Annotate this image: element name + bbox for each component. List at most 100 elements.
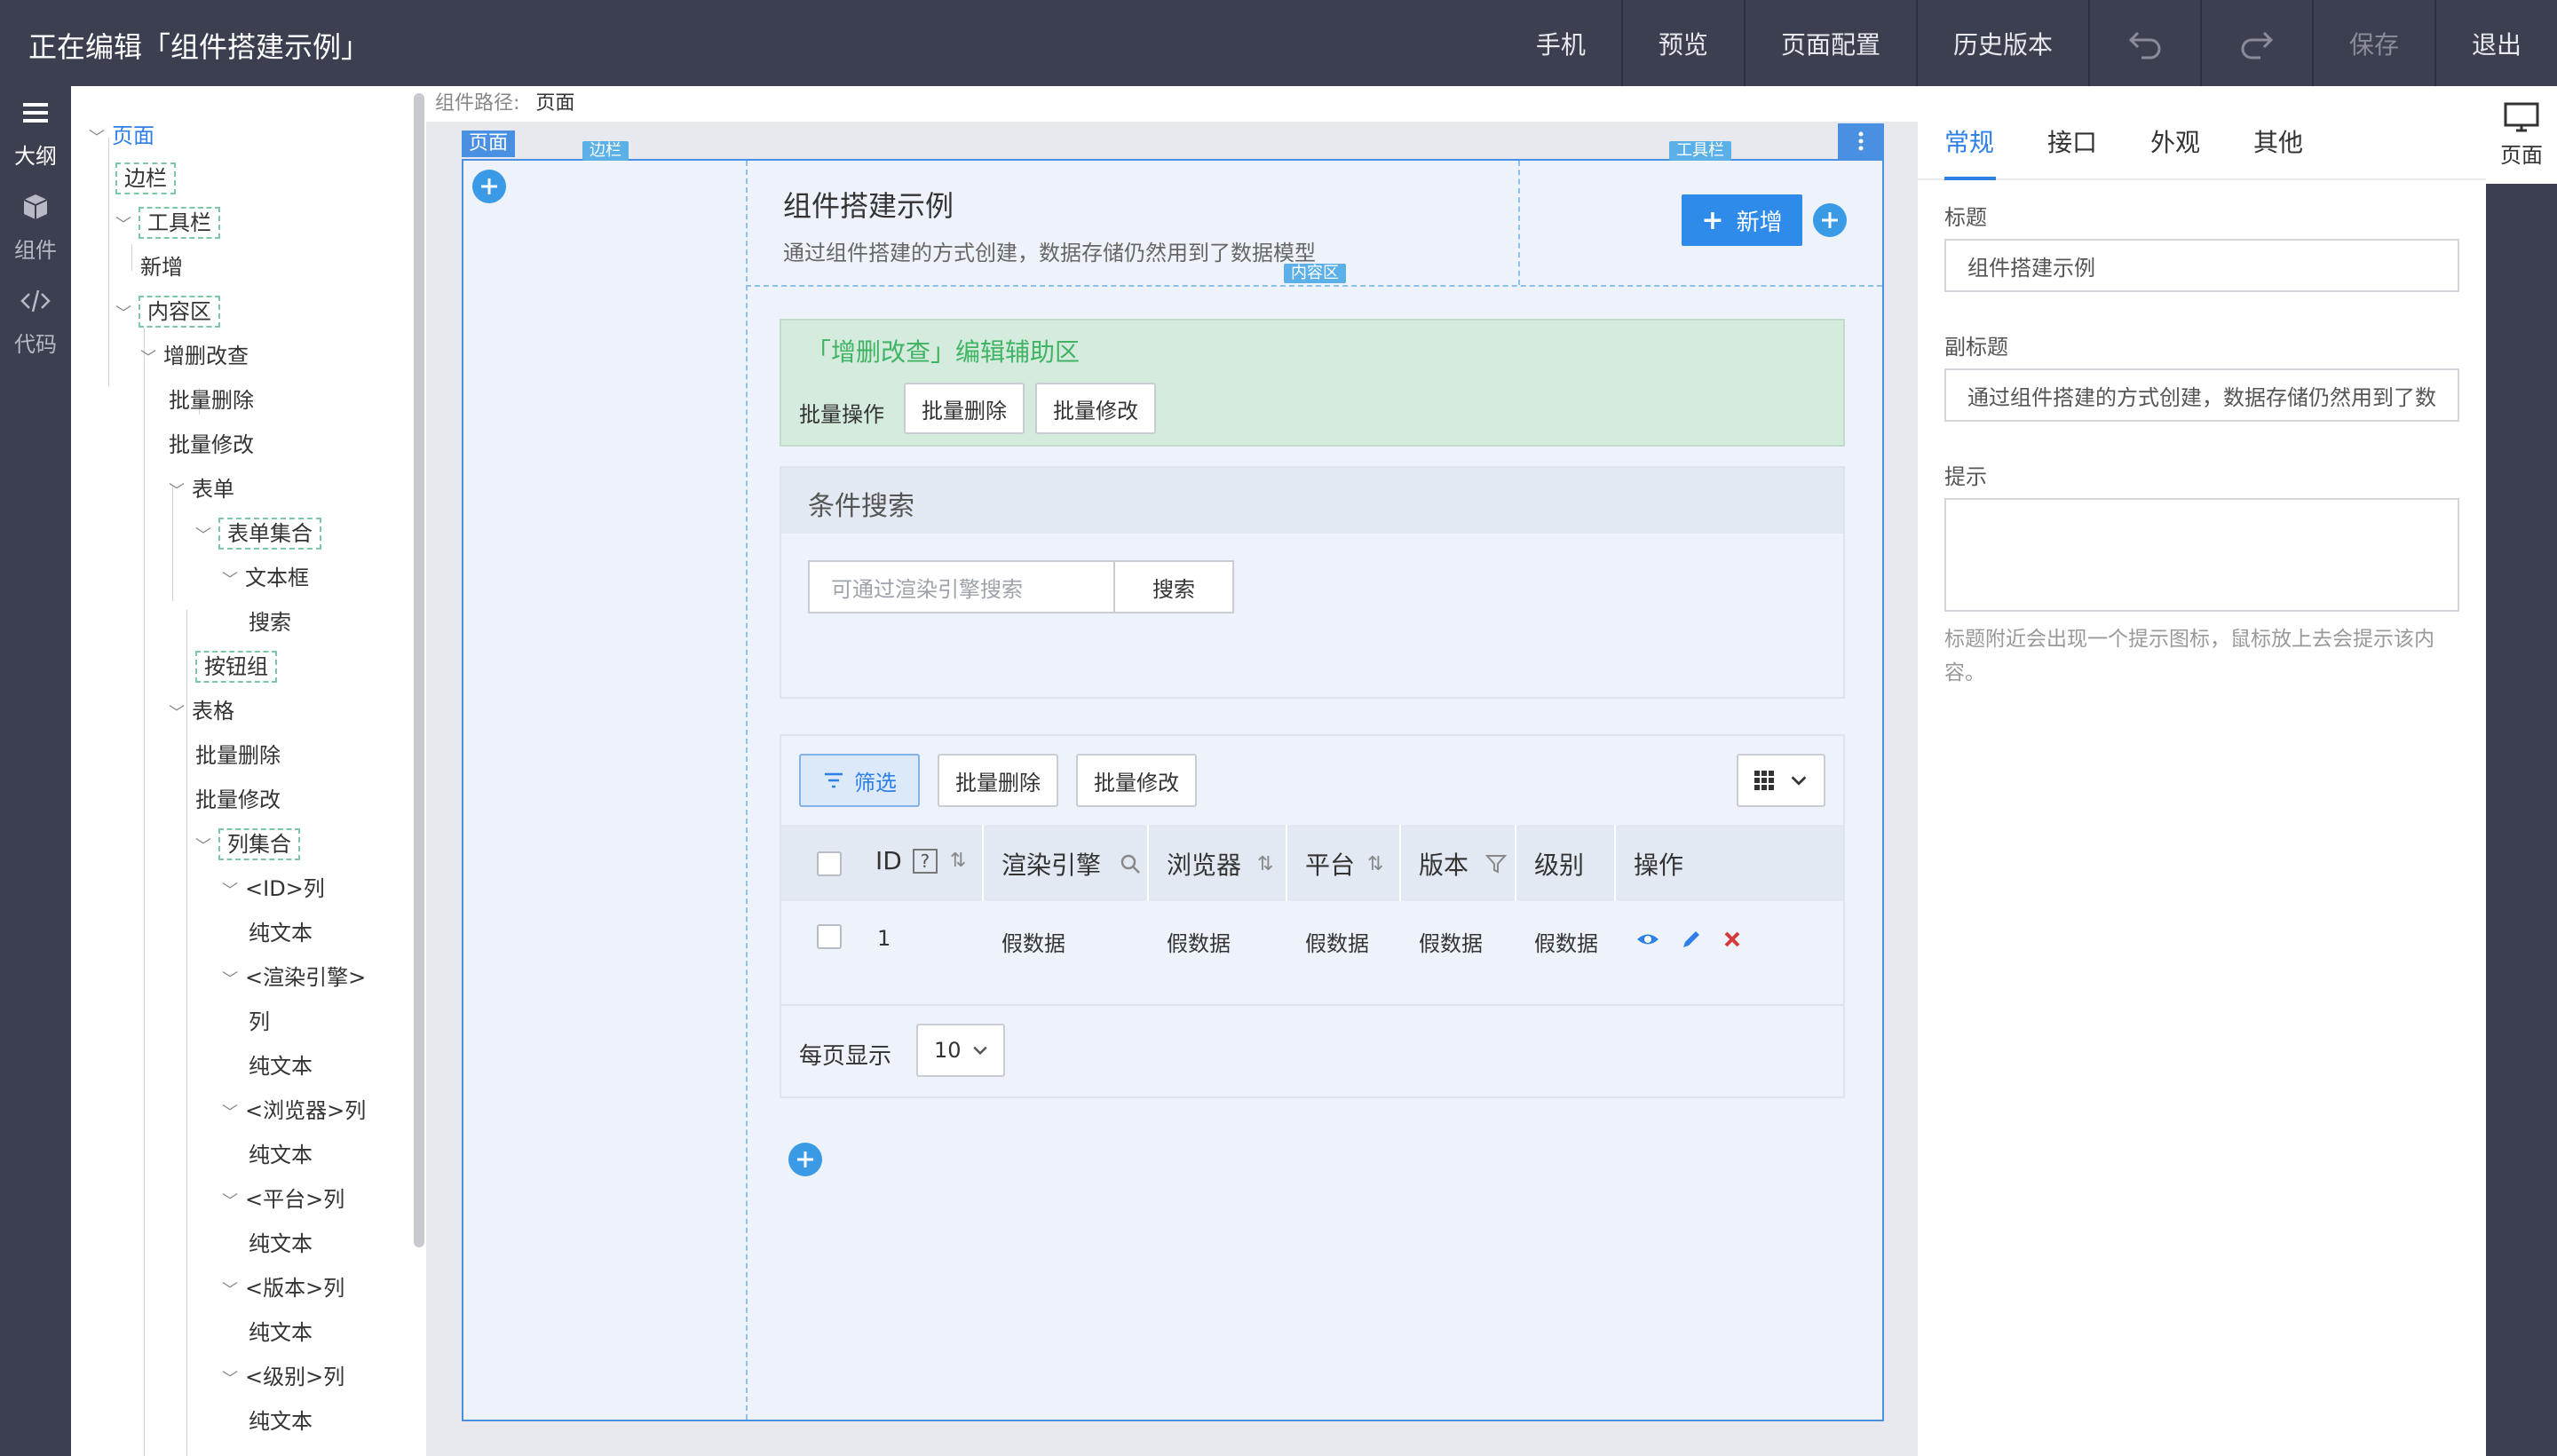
grid-icon: [1754, 771, 1774, 790]
tree-item-toolbar[interactable]: ﹀ 工具栏: [115, 207, 220, 239]
tree-item-col-platform[interactable]: ﹀ <平台>列: [222, 1183, 344, 1215]
path-page-link[interactable]: 页面: [535, 92, 574, 115]
tree-item-table-bulk-edit[interactable]: 批量修改: [195, 784, 281, 816]
subtitle-field[interactable]: 通过组件搭建的方式创建，数据存储仍然用到了数: [1944, 368, 2459, 422]
tab-other[interactable]: 其他: [2253, 123, 2303, 159]
tree-item-form[interactable]: ﹀ 表单: [169, 473, 234, 505]
tree-item-plain-text[interactable]: 纯文本: [249, 1139, 313, 1171]
tree-item-sidebar[interactable]: 边栏: [115, 162, 176, 194]
row-checkbox[interactable]: [817, 924, 842, 949]
filter-button[interactable]: 筛选: [799, 754, 920, 807]
search-icon[interactable]: [1119, 852, 1142, 875]
chevron-down-icon: ﹀: [222, 1370, 238, 1389]
tree-item-plain-text[interactable]: 纯文本: [249, 1228, 313, 1260]
tree-item-columns[interactable]: ﹀ 列集合: [195, 828, 300, 860]
redo-button[interactable]: [2199, 0, 2312, 86]
col-header-version[interactable]: 版本: [1419, 846, 1508, 882]
chevron-down-icon: ﹀: [195, 526, 211, 545]
tree-item-form-group[interactable]: ﹀ 表单集合: [195, 518, 321, 550]
chevron-down-icon: ﹀: [222, 1281, 238, 1300]
rail-outline[interactable]: 大纲: [0, 86, 71, 180]
tree-item-search[interactable]: 搜索: [249, 606, 291, 638]
rail-code[interactable]: 代码: [0, 274, 71, 368]
tree-item-bulk-edit[interactable]: 批量修改: [169, 429, 254, 461]
tree-item-plain-text[interactable]: 纯文本: [249, 917, 313, 949]
code-icon: [20, 285, 51, 323]
select-all-checkbox[interactable]: [817, 851, 842, 876]
tree-item-content[interactable]: ﹀ 内容区: [115, 296, 220, 328]
add-button[interactable]: + 新增: [1682, 194, 1802, 246]
pencil-icon[interactable]: [1680, 928, 1703, 951]
rail-page[interactable]: 页面: [2486, 86, 2557, 184]
editor-title: 正在编辑「组件搭建示例」: [28, 30, 370, 64]
tab-appearance[interactable]: 外观: [2150, 123, 2200, 159]
monitor-icon: [2504, 102, 2539, 131]
tree-item-plain-text[interactable]: 纯文本: [249, 1317, 313, 1349]
plus-icon: [481, 178, 497, 194]
search-button[interactable]: 搜索: [1113, 560, 1234, 613]
sidebar-add-button[interactable]: [472, 170, 506, 203]
page-config-button[interactable]: 页面配置: [1743, 0, 1916, 86]
rail-components[interactable]: 组件: [0, 180, 71, 274]
tree-item-table[interactable]: ﹀ 表格: [169, 695, 234, 727]
bulk-edit-button[interactable]: 批量修改: [1035, 383, 1156, 434]
save-button[interactable]: 保存: [2311, 0, 2434, 86]
toolbar-tag: 工具栏: [1669, 141, 1731, 161]
history-button[interactable]: 历史版本: [1915, 0, 2088, 86]
title-field[interactable]: 组件搭建示例: [1944, 239, 2459, 292]
tree-item-col-id[interactable]: ﹀ <ID>列: [222, 873, 325, 905]
rail-page-label: 页面: [2500, 142, 2543, 168]
col-header-platform[interactable]: 平台 ⇅: [1305, 846, 1383, 882]
column-toggle-button[interactable]: [1737, 754, 1825, 807]
tree-item-crud[interactable]: ﹀ 增删改查: [140, 340, 249, 372]
exit-button[interactable]: 退出: [2434, 0, 2557, 86]
close-icon[interactable]: [1722, 930, 1742, 949]
preview-button[interactable]: 预览: [1620, 0, 1744, 86]
col-header-id[interactable]: ID ? ⇅: [875, 846, 966, 875]
toolbar-boundary: [1518, 161, 1520, 285]
right-rail: 页面: [2486, 86, 2557, 1456]
per-page-label: 每页显示: [799, 1043, 892, 1070]
content-add-button[interactable]: [788, 1143, 822, 1176]
bulk-delete-button[interactable]: 批量删除: [904, 383, 1025, 434]
remark-field[interactable]: [1944, 498, 2459, 612]
tree-item-button-group[interactable]: 按钮组: [195, 651, 277, 683]
tab-general[interactable]: 常规: [1944, 123, 1994, 159]
plus-icon: +: [1701, 204, 1724, 236]
filter-icon[interactable]: [1484, 852, 1508, 875]
table-bulk-edit-button[interactable]: 批量修改: [1076, 754, 1197, 807]
mobile-button[interactable]: 手机: [1500, 0, 1621, 86]
eye-icon[interactable]: [1635, 928, 1660, 951]
per-page-select[interactable]: 10: [916, 1024, 1005, 1077]
tree-item-add[interactable]: 新增: [140, 251, 183, 283]
more-vertical-icon: [1858, 131, 1864, 151]
tree-item-col-version[interactable]: ﹀ <版本>列: [222, 1272, 344, 1304]
chevron-down-icon: ﹀: [222, 571, 238, 590]
sort-icon[interactable]: ⇅: [1367, 853, 1383, 875]
toolbar-add-button[interactable]: [1813, 203, 1847, 237]
tree-item-plain-text[interactable]: 纯文本: [249, 1405, 313, 1437]
search-input[interactable]: 可通过渲染引擎搜索: [808, 560, 1115, 613]
content-boundary: [746, 285, 1882, 287]
tree-item-col-engine[interactable]: ﹀ <渲染引擎>: [222, 961, 366, 993]
tree-item-bulk-delete[interactable]: 批量删除: [169, 384, 254, 416]
col-header-browser[interactable]: 浏览器 ⇅: [1167, 846, 1273, 882]
search-panel: 条件搜索 可通过渲染引擎搜索 搜索: [780, 466, 1845, 699]
page-frame[interactable]: 组件搭建示例 通过组件搭建的方式创建，数据存储仍然用到了数据模型 + 新增 「增…: [462, 141, 1884, 1421]
page-badge[interactable]: 页面: [462, 131, 516, 157]
sort-icon[interactable]: ⇅: [1257, 853, 1273, 875]
undo-button[interactable]: [2087, 0, 2200, 86]
tree-item-page[interactable]: ﹀ 页面: [89, 120, 154, 152]
tree-item-col-grade[interactable]: ﹀ <级别>列: [222, 1361, 344, 1393]
table-bulk-delete-button[interactable]: 批量删除: [938, 754, 1058, 807]
tree-item-textbox[interactable]: ﹀ 文本框: [222, 562, 309, 594]
tree-item-plain-text[interactable]: 纯文本: [249, 1050, 313, 1082]
tree-item-table-bulk-delete[interactable]: 批量删除: [195, 740, 281, 772]
tree-item-col-browser[interactable]: ﹀ <浏览器>列: [222, 1095, 366, 1127]
tree-scrollbar[interactable]: [414, 93, 424, 1247]
sidebar-boundary: [746, 161, 748, 1420]
more-menu-button[interactable]: [1838, 123, 1884, 159]
sort-icon[interactable]: ⇅: [950, 850, 966, 872]
tab-api[interactable]: 接口: [2047, 123, 2097, 159]
col-header-engine[interactable]: 渲染引擎: [1001, 846, 1142, 882]
